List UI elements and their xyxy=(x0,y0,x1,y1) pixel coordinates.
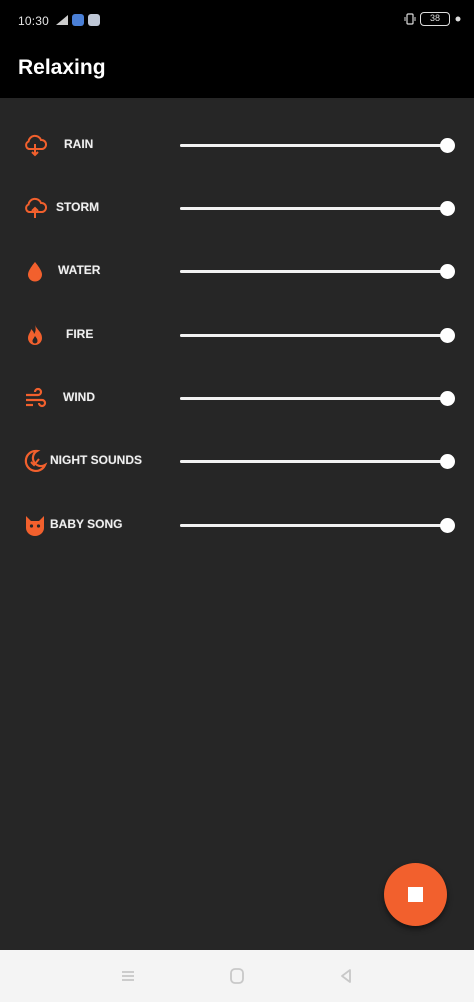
sound-label: FIRE xyxy=(66,327,94,341)
volume-slider-water[interactable] xyxy=(180,264,455,279)
sound-row-water: WATER xyxy=(0,251,474,291)
slider-fill xyxy=(180,270,448,273)
slider-fill xyxy=(180,524,448,527)
notification-app-icon xyxy=(72,14,84,26)
sound-row-storm: STORM xyxy=(0,188,474,228)
stop-button[interactable] xyxy=(384,863,447,926)
fire-icon xyxy=(28,325,42,345)
moon-icon xyxy=(24,449,48,472)
volume-slider-rain[interactable] xyxy=(180,138,455,153)
stop-icon xyxy=(408,887,423,902)
sound-label: NIGHT SOUNDS xyxy=(50,453,143,467)
back-icon[interactable] xyxy=(335,966,357,986)
status-right-icons: 38 xyxy=(404,12,462,26)
sound-row-baby-song: BABY SONG xyxy=(0,505,474,545)
baby-cat-icon xyxy=(26,516,44,536)
slider-fill xyxy=(180,207,448,210)
sound-row-night-sounds: NIGHT SOUNDS xyxy=(0,441,474,481)
cloud-storm-icon xyxy=(25,197,48,218)
status-time: 10:30 xyxy=(18,14,50,28)
slider-thumb[interactable] xyxy=(440,391,455,406)
screen: 10:30 38 Relaxing RAIN STORM WATER FIRE … xyxy=(0,0,474,1002)
status-bar: 10:30 38 xyxy=(0,0,474,44)
sound-label: WATER xyxy=(58,263,101,277)
sound-label: RAIN xyxy=(64,137,94,151)
notification-app-icon xyxy=(88,14,100,26)
slider-fill xyxy=(180,144,448,147)
system-nav-bar xyxy=(0,950,474,1002)
menu-icon[interactable] xyxy=(117,966,139,986)
status-left-icons xyxy=(56,14,100,26)
charging-dot-icon xyxy=(455,16,461,22)
slider-thumb[interactable] xyxy=(440,201,455,216)
app-bar: 10:30 38 Relaxing xyxy=(0,0,474,98)
volume-slider-storm[interactable] xyxy=(180,201,455,216)
slider-thumb[interactable] xyxy=(440,454,455,469)
vibrate-icon xyxy=(404,13,416,25)
sound-row-rain: RAIN xyxy=(0,125,474,165)
wind-icon xyxy=(26,387,47,408)
volume-slider-baby-song[interactable] xyxy=(180,518,455,533)
water-drop-icon xyxy=(28,262,42,282)
slider-fill xyxy=(180,460,448,463)
slider-thumb[interactable] xyxy=(440,264,455,279)
volume-slider-wind[interactable] xyxy=(180,391,455,406)
slider-fill xyxy=(180,397,448,400)
slider-thumb[interactable] xyxy=(440,328,455,343)
volume-slider-fire[interactable] xyxy=(180,328,455,343)
sound-label: BABY SONG xyxy=(50,517,123,531)
sound-row-wind: WIND xyxy=(0,378,474,418)
cloud-rain-icon xyxy=(25,134,48,157)
slider-thumb[interactable] xyxy=(440,518,455,533)
home-icon[interactable] xyxy=(226,966,248,986)
slider-thumb[interactable] xyxy=(440,138,455,153)
sound-label: WIND xyxy=(63,390,95,404)
sound-row-fire: FIRE xyxy=(0,315,474,355)
slider-fill xyxy=(180,334,448,337)
page-title: Relaxing xyxy=(18,56,106,79)
signal-icon xyxy=(56,15,68,25)
sound-label: STORM xyxy=(56,200,100,214)
volume-slider-night-sounds[interactable] xyxy=(180,454,455,469)
battery-icon: 38 xyxy=(420,12,450,26)
